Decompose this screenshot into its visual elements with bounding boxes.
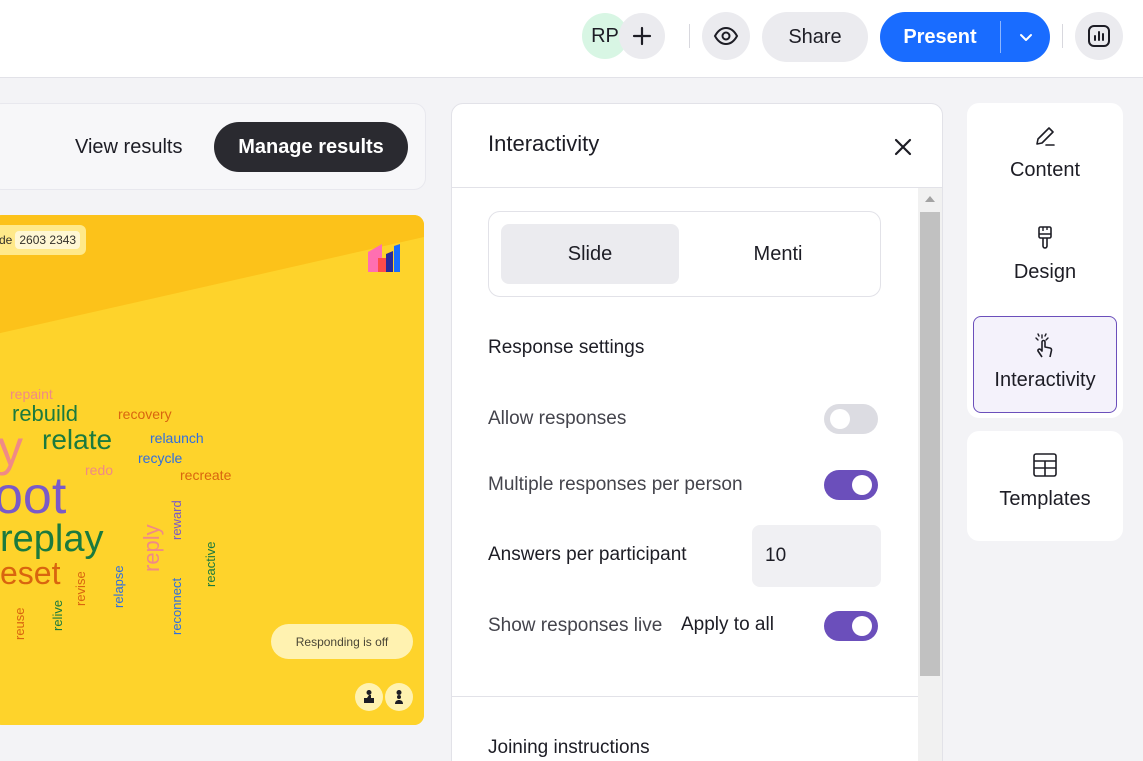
- share-button[interactable]: Share: [762, 12, 868, 62]
- word-recovery: recovery: [118, 406, 172, 422]
- panel-title: Interactivity: [488, 131, 600, 156]
- join-code-badge: de 2603 2343: [0, 225, 87, 255]
- thumbs-up-icon: [364, 690, 374, 703]
- word-relaunch: relaunch: [150, 430, 204, 446]
- preview-button[interactable]: [702, 12, 750, 60]
- word-y: y: [0, 420, 23, 476]
- toolbar-divider: [689, 24, 690, 48]
- tab-menti[interactable]: Menti: [689, 224, 867, 284]
- sidebar-item-label: Templates: [999, 488, 1091, 510]
- tab-slide[interactable]: Slide: [501, 224, 679, 284]
- word-reply: reply: [139, 524, 164, 572]
- apply-to-all-link[interactable]: Apply to all: [681, 614, 774, 636]
- bar-chart-icon: [1088, 25, 1110, 47]
- interactivity-panel: Interactivity Slide Menti Response setti…: [451, 103, 943, 761]
- participants-indicator: [385, 683, 413, 711]
- word-replay: replay: [0, 518, 104, 560]
- sidebar-card: Content Design Interactivity: [967, 103, 1123, 418]
- word-eset: eset: [0, 555, 61, 591]
- table-grid-icon: [1033, 453, 1057, 477]
- manage-results-button[interactable]: Manage results: [214, 122, 408, 172]
- show-responses-live-toggle[interactable]: [824, 611, 878, 641]
- mentimeter-logo: [368, 244, 400, 272]
- toggle-knob: [852, 475, 872, 495]
- word-reward: reward: [169, 500, 184, 540]
- allow-responses-toggle[interactable]: [824, 404, 878, 434]
- tap-hand-icon: [1035, 333, 1053, 358]
- view-results-link[interactable]: View results: [75, 122, 182, 172]
- show-responses-live-label: Show responses live: [488, 615, 663, 636]
- joining-instructions-title: Joining instructions: [488, 737, 650, 758]
- scrollbar-thumb[interactable]: [920, 212, 940, 676]
- sidebar-item-content[interactable]: Content: [973, 123, 1117, 182]
- plus-icon: [632, 26, 652, 46]
- sidebar-item-templates[interactable]: Templates: [973, 452, 1117, 511]
- word-redo: redo: [85, 462, 114, 478]
- multiple-responses-label: Multiple responses per person: [488, 474, 743, 495]
- sidebar-item-label: Interactivity: [994, 369, 1096, 391]
- panel-scrollbar[interactable]: [918, 188, 942, 761]
- scroll-up-arrow[interactable]: [925, 196, 935, 202]
- scope-switch: Slide Menti: [488, 211, 881, 297]
- word-recreate: recreate: [180, 467, 232, 483]
- reactions-indicator: [355, 683, 383, 711]
- present-button[interactable]: Present: [880, 12, 1050, 62]
- word-reactive: reactive: [203, 541, 218, 587]
- present-label[interactable]: Present: [880, 26, 1000, 49]
- word-reuse: reuse: [12, 607, 27, 640]
- pencil-icon: [1036, 127, 1055, 146]
- responding-status: Responding is off: [271, 624, 413, 659]
- sidebar-item-label: Design: [1013, 261, 1077, 283]
- toggle-knob: [852, 616, 872, 636]
- close-panel-button[interactable]: [888, 132, 918, 162]
- sidebar-item-interactivity[interactable]: Interactivity: [973, 316, 1117, 413]
- close-icon: [894, 138, 912, 156]
- word-relate: relate: [42, 424, 113, 455]
- join-code: 2603 2343: [15, 231, 81, 249]
- response-settings-title: Response settings: [488, 337, 645, 358]
- word-oot: oot: [0, 467, 67, 525]
- person-icon: [395, 690, 403, 704]
- sidebar-item-design[interactable]: Design: [973, 225, 1117, 284]
- eye-icon: [713, 26, 739, 46]
- panel-divider: [452, 187, 942, 188]
- toolbar-divider: [1062, 24, 1063, 48]
- word-reconnect: reconnect: [169, 577, 184, 635]
- results-button[interactable]: [1075, 12, 1123, 60]
- word-recycle: recycle: [138, 450, 183, 466]
- toggle-knob: [830, 409, 850, 429]
- chevron-down-icon: [1019, 34, 1032, 41]
- sidebar-card-templates: Templates: [967, 431, 1123, 541]
- join-code-prefix: de: [0, 233, 13, 247]
- answers-per-participant-label: Answers per participant: [488, 544, 687, 565]
- multiple-responses-toggle[interactable]: [824, 470, 878, 500]
- allow-responses-label: Allow responses: [488, 408, 627, 429]
- word-revise: revise: [73, 571, 88, 606]
- top-bar: RP Share Present: [0, 0, 1143, 78]
- word-relapse: relapse: [111, 565, 126, 608]
- sidebar-item-label: Content: [1009, 159, 1081, 181]
- present-options-button[interactable]: [1001, 29, 1050, 45]
- add-collaborator-button[interactable]: [619, 13, 665, 59]
- answers-per-participant-input[interactable]: [752, 525, 881, 587]
- section-divider: [452, 696, 918, 697]
- word-relive: relive: [50, 599, 65, 631]
- word-repaint: repaint: [10, 386, 53, 402]
- paintbrush-icon: [1038, 226, 1052, 249]
